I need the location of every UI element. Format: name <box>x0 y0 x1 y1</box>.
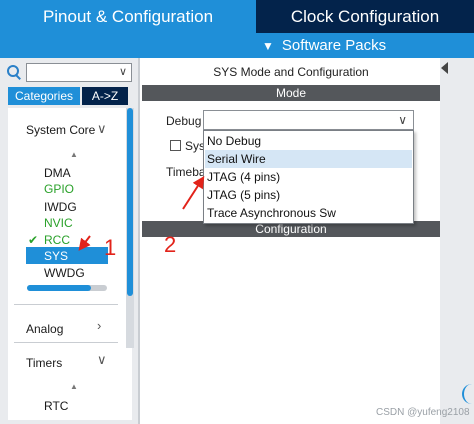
annotation-step-2: 2 <box>164 232 177 257</box>
watermark: CSDN @yufeng2108 <box>376 407 470 418</box>
chevron-down-icon[interactable]: ∨ <box>119 64 127 81</box>
option-jtag-5-pins[interactable]: JTAG (5 pins) <box>205 186 412 204</box>
chevron-down-icon: ▼ <box>262 38 274 53</box>
list-item-wwdg[interactable]: WWDG <box>44 266 85 280</box>
category-tabs: Categories A->Z <box>8 87 128 105</box>
collapse-indicator-icon: ▲ <box>70 382 78 391</box>
list-item-gpio[interactable]: GPIO <box>44 182 74 196</box>
horizontal-scrollbar[interactable] <box>27 285 107 291</box>
checkmark-icon: ✔ <box>28 233 39 247</box>
list-item-sys-label: SYS <box>44 248 69 263</box>
chevron-down-icon[interactable]: ∨ <box>398 113 407 127</box>
chevron-down-icon[interactable]: ∨ <box>97 121 107 137</box>
sys-checkbox[interactable] <box>170 140 181 151</box>
mode-header: Mode <box>142 85 440 101</box>
list-item-rcc[interactable]: RCC <box>44 233 70 247</box>
chevron-down-icon[interactable]: ∨ <box>97 352 107 368</box>
list-item-sys-selected[interactable]: SYS <box>26 247 108 264</box>
group-analog[interactable]: Analog <box>26 322 63 336</box>
chevron-right-icon[interactable]: › <box>97 318 101 333</box>
debug-select[interactable]: ∨ <box>203 110 414 130</box>
list-item-iwdg[interactable]: IWDG <box>44 200 77 214</box>
collapse-left-icon[interactable] <box>441 62 448 74</box>
horizontal-scrollbar-thumb[interactable] <box>27 285 91 291</box>
list-item-dma[interactable]: DMA <box>44 166 71 180</box>
option-trace-async[interactable]: Trace Asynchronous Sw <box>205 204 412 222</box>
divider <box>14 342 118 343</box>
category-scrollbar[interactable] <box>126 108 134 348</box>
search-row: ∨ <box>6 62 132 82</box>
tab-clock-label: Clock Configuration <box>290 6 440 26</box>
option-jtag-4-pins[interactable]: JTAG (4 pins) <box>205 168 412 186</box>
collapse-indicator-icon: ▲ <box>70 150 78 159</box>
tab-clock-configuration[interactable]: Clock Configuration <box>256 0 474 33</box>
search-input[interactable]: ∨ <box>26 62 132 82</box>
sys-checkbox-label: Sys <box>185 139 206 153</box>
debug-label: Debug <box>166 114 202 128</box>
tab-categories[interactable]: Categories <box>8 87 80 105</box>
divider <box>14 304 118 305</box>
option-serial-wire[interactable]: Serial Wire <box>205 150 412 168</box>
search-icon[interactable] <box>6 64 22 80</box>
list-item-rtc[interactable]: RTC <box>44 399 68 413</box>
panel-title: SYS Mode and Configuration <box>213 65 369 79</box>
list-item-nvic[interactable]: NVIC <box>44 216 73 230</box>
software-packs-label: Software Packs <box>281 37 387 54</box>
annotation-step-1: 1 <box>104 235 117 260</box>
option-no-debug[interactable]: No Debug <box>205 132 412 150</box>
tab-pinout-configuration[interactable]: Pinout & Configuration <box>0 0 256 33</box>
timebase-label: Timeba <box>166 165 206 179</box>
tab-pinout-label: Pinout & Configuration <box>42 6 214 26</box>
software-packs-menu[interactable]: ▼ Software Packs <box>0 33 474 58</box>
scrollbar-thumb[interactable] <box>127 108 133 296</box>
debug-dropdown-list: No Debug Serial Wire JTAG (4 pins) JTAG … <box>203 130 414 224</box>
tab-a-to-z[interactable]: A->Z <box>82 87 128 105</box>
right-collapse-bar <box>440 58 474 424</box>
group-timers[interactable]: Timers <box>26 356 62 370</box>
group-system-core[interactable]: System Core <box>26 123 95 137</box>
